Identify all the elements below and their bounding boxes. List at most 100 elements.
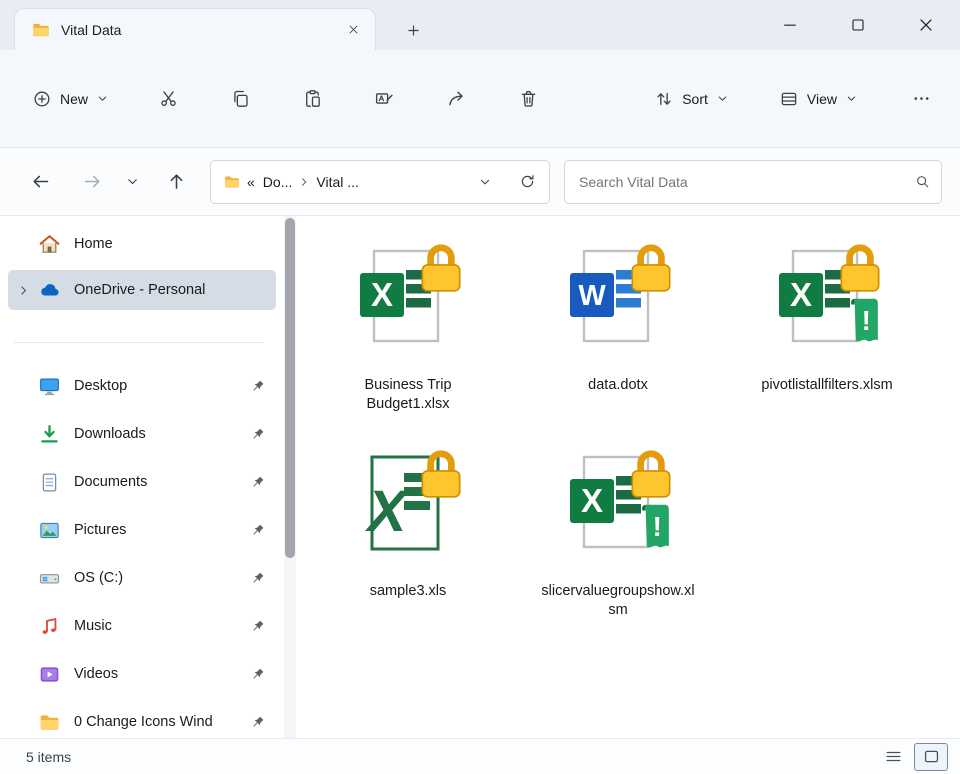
excel-lock-icon	[344, 237, 472, 359]
rename-icon	[374, 88, 395, 109]
close-icon	[915, 14, 937, 36]
desktop-icon	[38, 375, 61, 398]
file-data-dotx[interactable]: data.dotx	[518, 222, 718, 422]
new-button[interactable]: New	[20, 79, 121, 119]
trash-icon	[518, 88, 539, 109]
new-tab-button[interactable]	[396, 13, 430, 47]
search-icon	[914, 173, 931, 190]
share-button[interactable]	[433, 79, 479, 119]
sidebar-item-label: Desktop	[74, 378, 249, 394]
breadcrumb-parent[interactable]: Do...	[257, 171, 299, 193]
navigation-bar: « Do... Vital ...	[0, 148, 960, 216]
sidebar-item-label: OneDrive - Personal	[74, 282, 276, 298]
breadcrumb-current[interactable]: Vital ...	[310, 171, 365, 193]
chevron-slot	[8, 654, 38, 694]
chevron-down-icon	[478, 175, 492, 189]
search-box	[564, 160, 942, 204]
file-name: Business Trip Budget1.xlsx	[330, 376, 486, 414]
sidebar-item-label: Downloads	[74, 426, 249, 442]
documents-icon	[38, 471, 61, 494]
pin-icon	[249, 570, 266, 587]
sidebar-divider	[14, 342, 264, 343]
chevron-slot	[8, 606, 38, 646]
window-controls	[756, 0, 960, 50]
folder-icon	[223, 173, 241, 191]
expand-chevron[interactable]	[8, 270, 38, 310]
excel-legacy-locked-file-icon	[308, 428, 508, 580]
minimize-button[interactable]	[756, 0, 824, 50]
pin-icon	[249, 474, 266, 491]
more-dots-icon	[911, 88, 932, 109]
onedrive-cloud-icon	[38, 279, 61, 302]
videos-icon	[38, 663, 61, 686]
chevron-down-icon	[845, 92, 858, 105]
sidebar-item-home[interactable]: Home	[8, 224, 276, 264]
search-input[interactable]	[579, 174, 914, 190]
maximize-icon	[848, 15, 868, 35]
details-view-icon	[884, 747, 903, 766]
excel-legacy-lock-icon	[344, 443, 472, 565]
chevron-slot	[8, 414, 38, 454]
sidebar-item-downloads[interactable]: Downloads	[8, 414, 276, 454]
sort-button[interactable]: Sort	[644, 79, 739, 119]
chevron-right-icon	[17, 284, 30, 297]
sidebar-scrollbar[interactable]	[284, 216, 296, 738]
sidebar-item-onedrive[interactable]: OneDrive - Personal	[8, 270, 276, 310]
back-button[interactable]	[20, 162, 60, 202]
see-more-button[interactable]	[898, 79, 944, 119]
pin-icon	[249, 618, 266, 635]
copy-button[interactable]	[217, 79, 263, 119]
command-toolbar: New Sort	[0, 50, 960, 148]
sidebar-item-label: OS (C:)	[74, 570, 249, 586]
refresh-icon	[519, 173, 536, 190]
excel-locked-file-icon	[308, 222, 508, 374]
sidebar-item-os-c[interactable]: OS (C:)	[8, 558, 276, 598]
pin-icon	[249, 666, 266, 683]
file-business-trip-budget1-xlsx[interactable]: Business Trip Budget1.xlsx	[308, 222, 508, 422]
folder-icon	[31, 20, 51, 40]
view-button-label: View	[807, 91, 837, 107]
explorer-tab[interactable]: Vital Data	[14, 8, 376, 50]
up-button[interactable]	[156, 162, 196, 202]
paste-button[interactable]	[289, 79, 335, 119]
sidebar-item-music[interactable]: Music	[8, 606, 276, 646]
file-sample3-xls[interactable]: sample3.xls	[308, 428, 508, 628]
excel-macro-locked-file-icon	[727, 222, 927, 374]
rename-button[interactable]	[361, 79, 407, 119]
sidebar-item-0-change-icons-wind[interactable]: 0 Change Icons Wind	[8, 702, 276, 742]
close-window-button[interactable]	[892, 0, 960, 50]
large-icons-view-icon	[922, 747, 941, 766]
sidebar-item-desktop[interactable]: Desktop	[8, 366, 276, 406]
view-icon	[779, 89, 799, 109]
address-dropdown-button[interactable]	[469, 166, 501, 198]
delete-button[interactable]	[505, 79, 551, 119]
arrow-left-icon	[30, 171, 51, 192]
excel-macro-lock-icon	[763, 237, 891, 359]
clipboard-group	[145, 79, 551, 119]
file-pivotlistallfilters-xlsm[interactable]: pivotlistallfilters.xlsm	[727, 222, 927, 422]
recent-locations-button[interactable]	[118, 162, 146, 202]
details-view-button[interactable]	[878, 744, 908, 770]
sidebar-item-videos[interactable]: Videos	[8, 654, 276, 694]
address-bar[interactable]: « Do... Vital ...	[210, 160, 550, 204]
view-button[interactable]: View	[769, 79, 868, 119]
navigation-pane: Home OneDrive - Personal Desktop Downloa…	[0, 216, 284, 738]
pin-icon	[249, 714, 266, 731]
cut-button[interactable]	[145, 79, 191, 119]
tab-close-button[interactable]	[339, 16, 367, 44]
sidebar-item-documents[interactable]: Documents	[8, 462, 276, 502]
file-explorer-window: Vital Data New	[0, 0, 960, 774]
music-icon	[38, 615, 61, 638]
maximize-button[interactable]	[824, 0, 892, 50]
view-toggles	[878, 743, 948, 771]
sidebar-item-pictures[interactable]: Pictures	[8, 510, 276, 550]
scrollbar-thumb[interactable]	[285, 218, 295, 558]
forward-button[interactable]	[72, 162, 112, 202]
breadcrumb-overflow[interactable]: «	[241, 171, 257, 193]
new-button-label: New	[60, 91, 88, 107]
large-icons-view-button[interactable]	[914, 743, 948, 771]
refresh-button[interactable]	[511, 166, 543, 198]
file-name: slicervaluegroupshow.xlsm	[540, 582, 696, 620]
word-locked-file-icon	[518, 222, 718, 374]
file-slicervaluegroupshow-xlsm[interactable]: slicervaluegroupshow.xlsm	[518, 428, 718, 628]
